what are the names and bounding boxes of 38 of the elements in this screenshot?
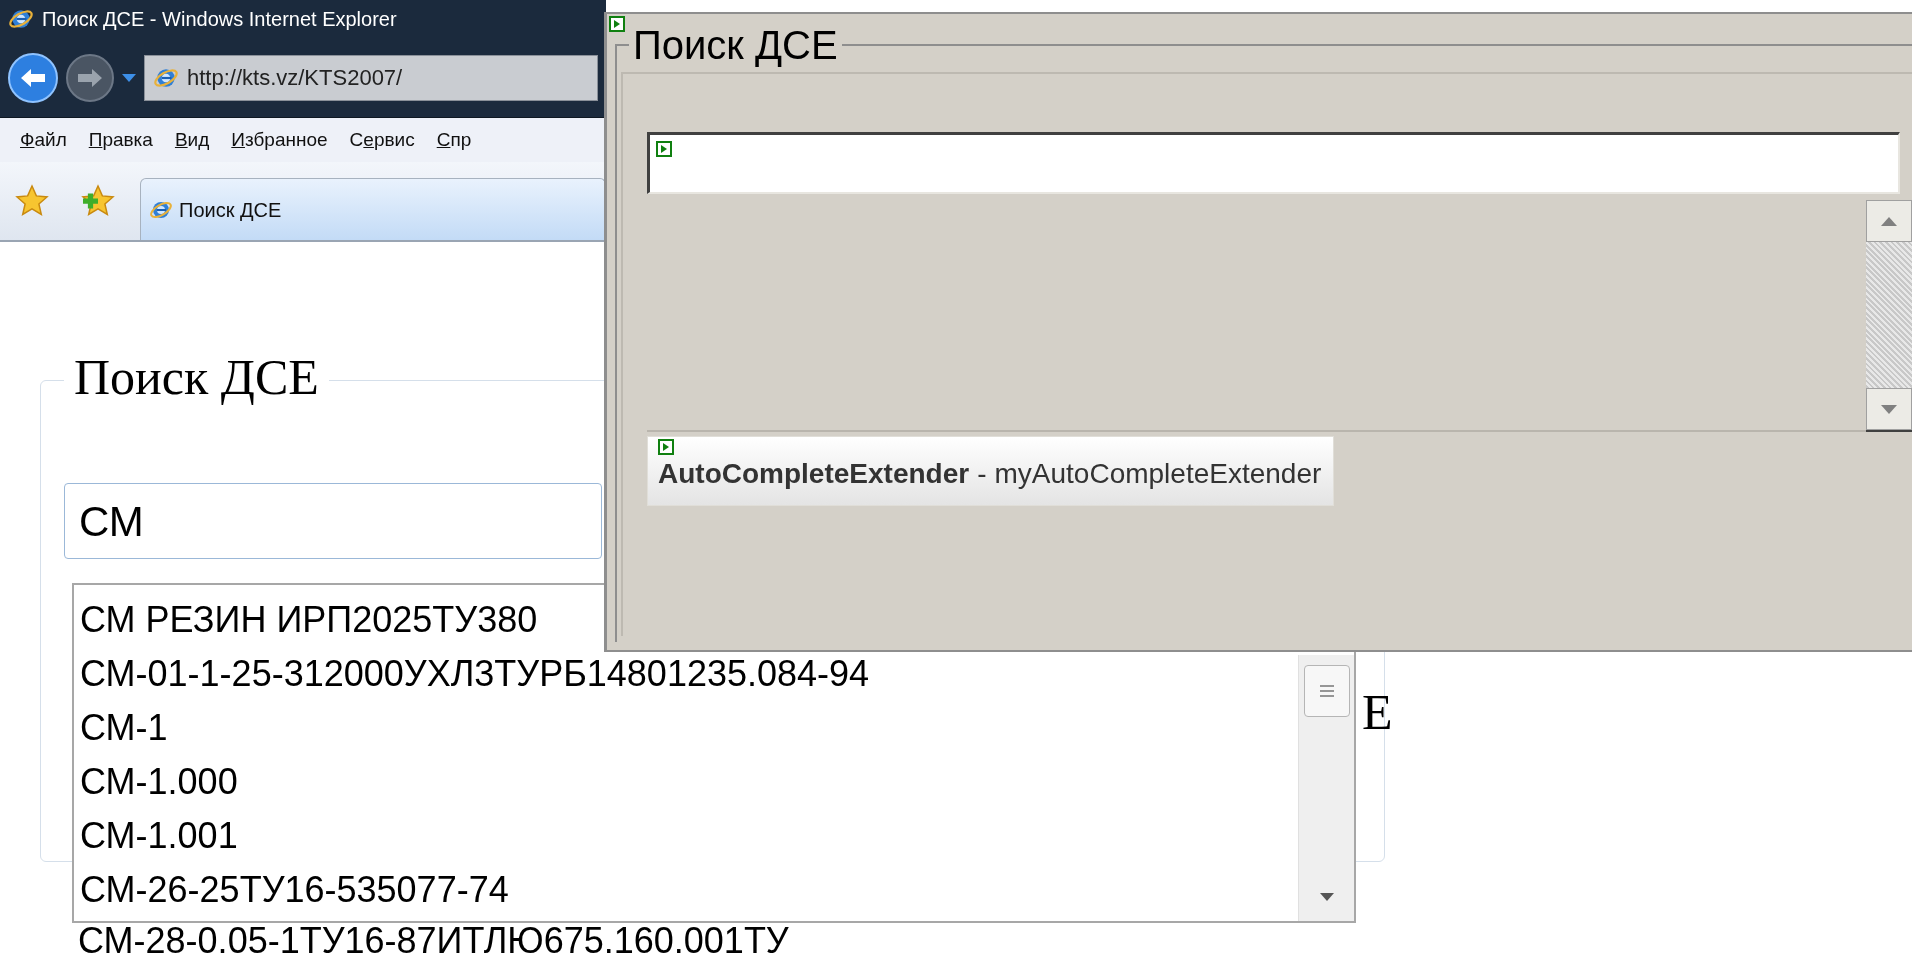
vertical-scrollbar[interactable] (1866, 200, 1912, 432)
menu-item[interactable]: Избранное (231, 125, 328, 155)
search-field[interactable]: СМ (64, 483, 602, 559)
smart-tag-icon[interactable] (656, 141, 672, 157)
smart-tag-icon[interactable] (658, 439, 674, 455)
separator: - (977, 457, 987, 491)
text-box[interactable] (647, 132, 1900, 194)
menu-item[interactable]: Сервис (349, 125, 415, 155)
window-title: Поиск ДСЕ - Windows Internet Explorer (42, 7, 397, 32)
suggestion-item[interactable]: СМ-1.001 (80, 809, 238, 863)
suggestion-item[interactable]: СМ-1 (80, 701, 168, 755)
suggestion-item[interactable]: СМ-28-0.05-1ТУ16-87ИТЛЮ675.160.001ТУ (78, 920, 789, 955)
list-scrollbar[interactable] (1298, 655, 1354, 921)
back-button[interactable] (8, 52, 58, 103)
menu-item[interactable]: Файл (20, 125, 67, 155)
cut-text: E (1362, 683, 1393, 742)
forward-arrow-icon (76, 66, 104, 89)
component-name: myAutoCompleteExtender (994, 457, 1322, 491)
back-arrow-icon (19, 66, 47, 89)
scroll-down-icon[interactable] (1319, 893, 1334, 901)
smart-tag-icon[interactable] (609, 16, 625, 32)
suggestion-item[interactable]: СМ-1.000 (80, 755, 238, 809)
scroll-up-icon[interactable] (1881, 216, 1897, 226)
scroll-down-icon[interactable] (1881, 404, 1897, 414)
grip-icon (1319, 685, 1334, 697)
address-field[interactable]: http://kts.vz/KTS2007/ (144, 54, 598, 101)
suggestion-item[interactable]: СМ-26-25ТУ16-535077-74 (80, 863, 509, 917)
component-type: AutoCompleteExtender (658, 457, 970, 491)
menu-item[interactable]: Спр (436, 125, 472, 155)
suggestion-item[interactable]: СМ-01-1-25-312000УХЛ3ТУРБ14801235.084-94 (80, 647, 870, 701)
history-caret-icon[interactable] (122, 73, 136, 82)
browser-tab[interactable]: Поиск ДСЕ (140, 178, 606, 240)
suggestion-item[interactable]: СМ РЕЗИН ИРП2025ТУ380 (80, 593, 538, 647)
component-label[interactable]: AutoCompleteExtender - myAutoCompleteExtender (647, 436, 1335, 506)
menu-item[interactable]: Правка (88, 125, 153, 155)
forward-button[interactable] (66, 53, 114, 102)
scroll-thumb[interactable] (1303, 665, 1350, 717)
menu-item[interactable]: Вид (174, 125, 210, 155)
